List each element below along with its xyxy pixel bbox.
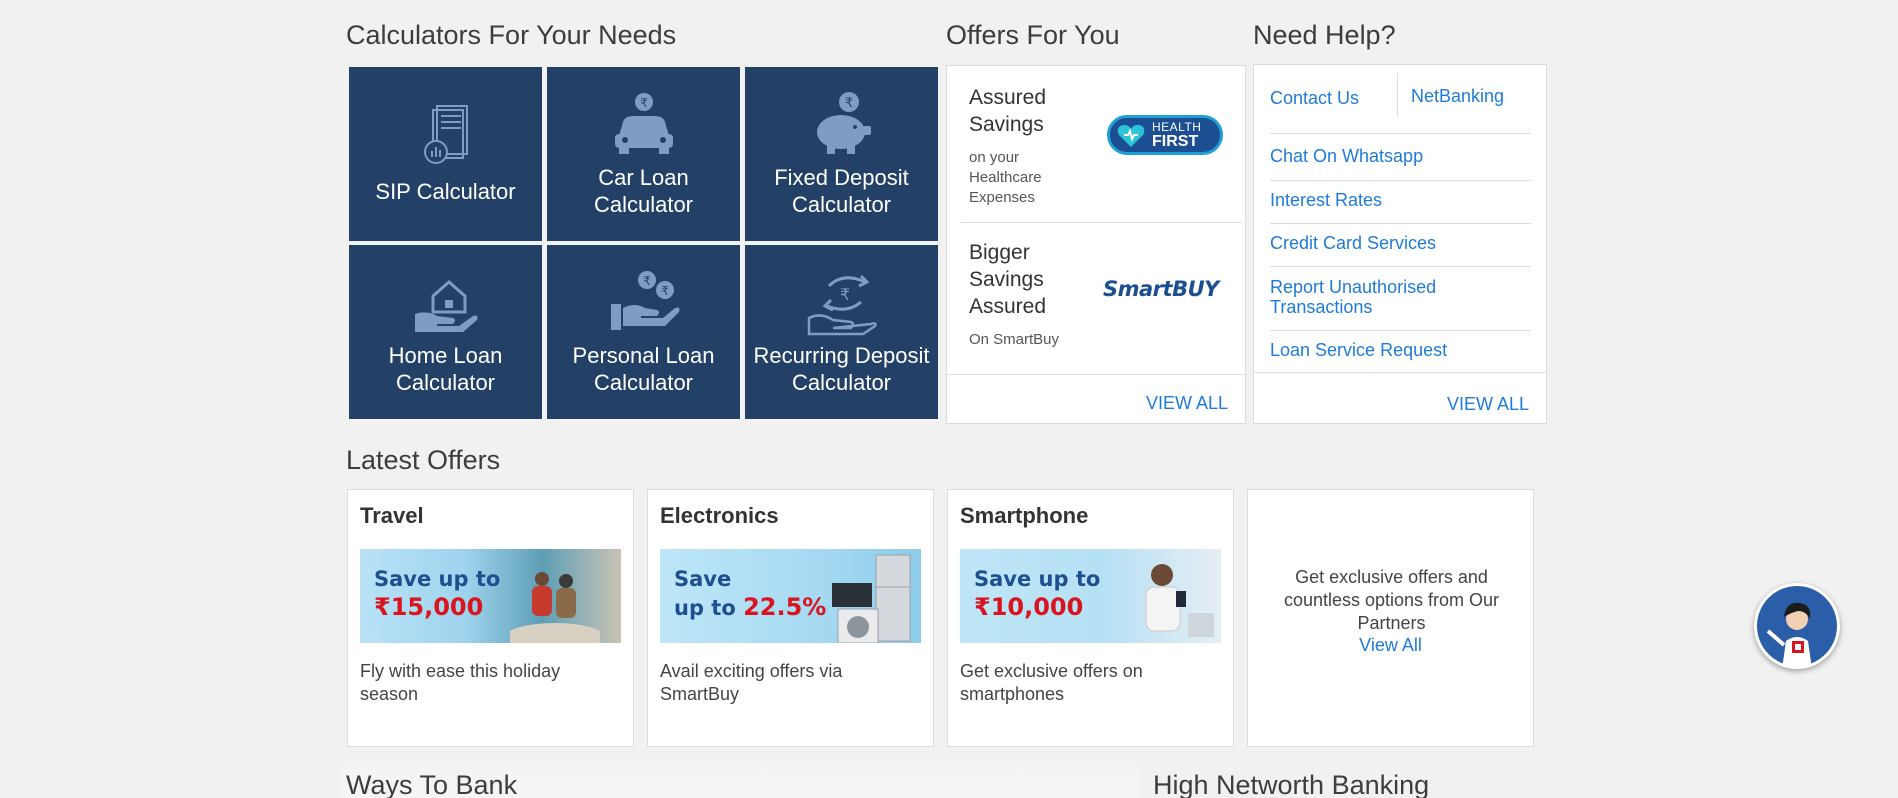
offer-card-smartphone[interactable]: Smartphone Save up to ₹10,000 Get exclus… xyxy=(947,489,1234,747)
banner-line: Save up to xyxy=(374,567,501,591)
tab-netbanking[interactable]: NetBanking xyxy=(1411,86,1504,107)
smartphone-banner[interactable]: Save up to ₹10,000 xyxy=(960,549,1221,643)
logo-text: HEALTH xyxy=(1152,120,1202,134)
banner-line-2: up to 22.5% xyxy=(674,593,826,622)
help-link-interest-rates[interactable]: Interest Rates xyxy=(1270,190,1382,210)
calc-label: Home Loan Calculator xyxy=(388,343,503,395)
logo-text: FIRST xyxy=(1152,133,1199,150)
calc-label: Recurring Deposit Calculator xyxy=(753,343,930,395)
offer-title: Assured Savings xyxy=(969,86,1047,136)
offers-for-you-title: Offers For You xyxy=(946,20,1120,50)
health-first-logo[interactable]: HEALTH FIRST xyxy=(1107,115,1223,155)
car-loan-calculator-tile[interactable]: ₹ Car Loan Calculator xyxy=(547,67,740,241)
partner-text: Get exclusive offers and countless optio… xyxy=(1283,567,1500,633)
recurring-rupee-icon: ₹ xyxy=(807,274,877,336)
calc-label: Personal Loan Calculator xyxy=(572,343,715,395)
person-phone-image xyxy=(1145,564,1214,637)
help-link-credit-card[interactable]: Credit Card Services xyxy=(1270,233,1436,253)
fixed-deposit-calculator-tile[interactable]: ₹ Fixed Deposit Calculator xyxy=(745,67,938,241)
appliances-image xyxy=(832,554,911,643)
partner-view-all-link[interactable]: View All xyxy=(1248,635,1533,656)
svg-text:₹: ₹ xyxy=(661,284,669,298)
help-view-all-link[interactable]: VIEW ALL xyxy=(1447,394,1529,415)
personal-loan-calculator-tile[interactable]: ₹ ₹ Personal Loan Calculator xyxy=(547,245,740,419)
tab-divider xyxy=(1397,73,1398,117)
offer-item-health[interactable]: Assured Savings on your Healthcare Expen… xyxy=(969,84,1089,208)
calc-label: SIP Calculator xyxy=(375,178,516,204)
tab-contact-us[interactable]: Contact Us xyxy=(1270,88,1359,109)
house-hand-icon xyxy=(414,280,477,332)
piggy-bank-icon: ₹ xyxy=(816,92,871,154)
divider xyxy=(961,222,1242,223)
latest-offers-title: Latest Offers xyxy=(346,445,501,475)
offer-card-electronics[interactable]: Electronics Save up to 22.5% Avail excit… xyxy=(647,489,934,747)
divider xyxy=(1270,133,1531,134)
calc-label: Fixed Deposit Calculator xyxy=(774,165,909,217)
offer-desc: Fly with ease this holiday season xyxy=(360,661,561,704)
travel-banner[interactable]: Save up to ₹15,000 xyxy=(360,549,621,643)
smartbuy-logo[interactable]: SmartBUY xyxy=(1103,277,1219,301)
ways-to-bank-title: Ways To Bank xyxy=(346,770,518,798)
offer-desc: On SmartBuy xyxy=(969,331,1060,348)
svg-text:₹: ₹ xyxy=(844,96,852,111)
banner-text: Save up to ₹10,000 xyxy=(974,565,1100,621)
banner-amount: 22.5% xyxy=(743,593,827,621)
divider xyxy=(1270,266,1531,267)
banner-amount: ₹15,000 xyxy=(374,593,484,621)
calc-label: Car Loan Calculator xyxy=(593,165,694,217)
travellers-image xyxy=(510,572,600,643)
sip-calculator-tile[interactable]: SIP Calculator xyxy=(349,67,542,241)
divider xyxy=(1254,372,1546,373)
banner-line: Save xyxy=(674,567,732,591)
help-link-loan-service[interactable]: Loan Service Request xyxy=(1270,340,1447,360)
offers-panel: Assured Savings on your Healthcare Expen… xyxy=(946,65,1246,424)
coins-hand-icon: ₹ ₹ xyxy=(610,271,679,330)
banner-text: Save up to ₹15,000 xyxy=(374,565,500,621)
home-loan-calculator-tile[interactable]: Home Loan Calculator xyxy=(349,245,542,419)
high-networth-title: High Networth Banking xyxy=(1153,770,1430,798)
assistant-avatar-icon xyxy=(1757,586,1837,669)
offer-title: Bigger Savings Assured xyxy=(969,241,1047,318)
svg-text:₹: ₹ xyxy=(839,285,849,304)
divider xyxy=(947,374,1245,375)
banner-amount: ₹10,000 xyxy=(974,593,1084,621)
divider xyxy=(1270,223,1531,224)
banner-text: Save up to 22.5% xyxy=(674,565,826,622)
offer-desc: Avail exciting offers via SmartBuy xyxy=(660,661,843,704)
divider xyxy=(1270,180,1531,181)
banner-line: Save up to xyxy=(974,567,1101,591)
offers-view-all-link[interactable]: VIEW ALL xyxy=(1146,393,1228,414)
electronics-banner[interactable]: Save up to 22.5% xyxy=(660,549,921,643)
document-chart-icon xyxy=(423,104,468,164)
offer-desc: on your Healthcare Expenses xyxy=(969,149,1042,206)
svg-text:₹: ₹ xyxy=(640,96,648,110)
recurring-deposit-calculator-tile[interactable]: ₹ Recurring Deposit Calculator xyxy=(745,245,938,419)
help-panel: Contact Us NetBanking Chat On Whatsapp I… xyxy=(1253,64,1547,424)
offer-category: Travel xyxy=(360,503,424,528)
heart-icon xyxy=(1117,124,1145,147)
banner-line: up to xyxy=(674,596,736,620)
divider xyxy=(1270,330,1531,331)
offer-desc: Get exclusive offers on smartphones xyxy=(960,661,1143,704)
help-link-report-unauthorised[interactable]: Report Unauthorised Transactions xyxy=(1270,277,1470,317)
car-rupee-icon: ₹ xyxy=(614,93,673,154)
chat-assistant-button[interactable] xyxy=(1754,583,1840,669)
svg-text:₹: ₹ xyxy=(643,274,651,288)
offer-card-travel[interactable]: Travel Save up to ₹15,000 Fly with ease … xyxy=(347,489,634,747)
partner-offers-card: Get exclusive offers and countless optio… xyxy=(1247,489,1534,747)
need-help-title: Need Help? xyxy=(1253,20,1396,50)
help-link-whatsapp[interactable]: Chat On Whatsapp xyxy=(1270,146,1423,166)
calculators-title: Calculators For Your Needs xyxy=(346,20,677,50)
offer-item-smartbuy[interactable]: Bigger Savings Assured On SmartBuy xyxy=(969,239,1089,350)
offer-category: Electronics xyxy=(660,503,779,528)
offer-category: Smartphone xyxy=(960,503,1089,528)
